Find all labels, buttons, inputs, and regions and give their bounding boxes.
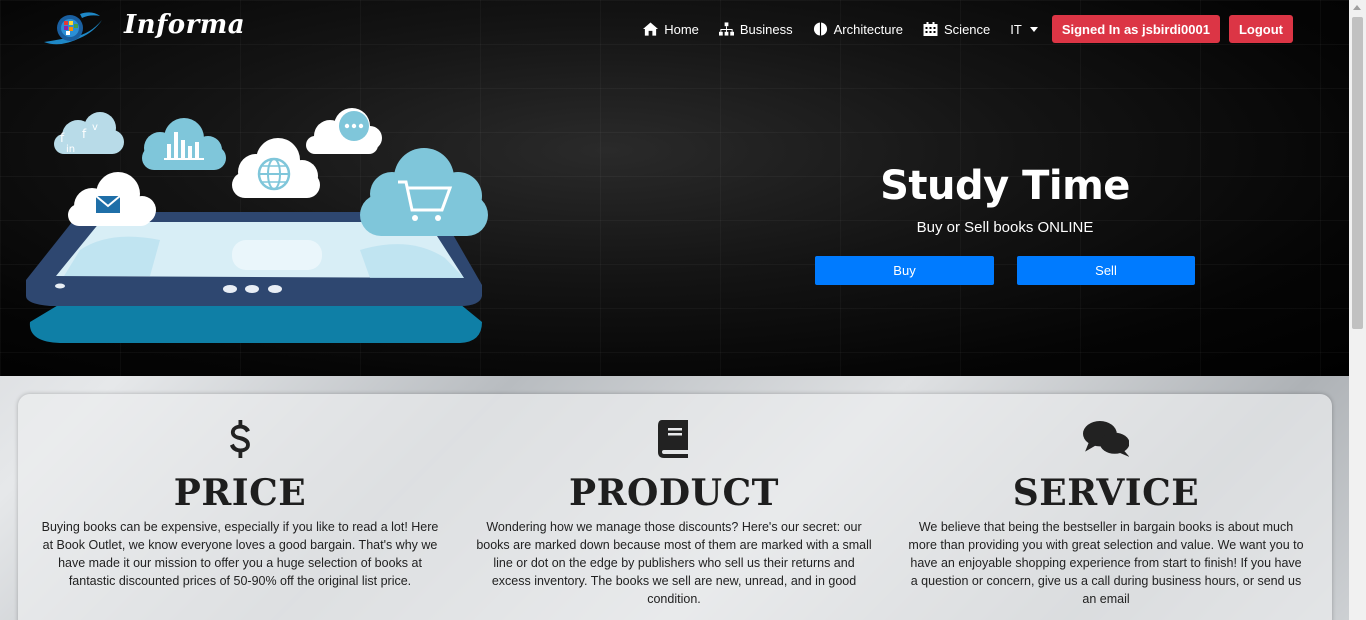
feature-service: SERVICE We believe that being the bestse… [906,394,1306,608]
buy-button[interactable]: Buy [815,256,994,285]
sell-button[interactable]: Sell [1017,256,1195,285]
svg-text:in: in [66,144,75,155]
nav-architecture-label: Architecture [833,21,904,37]
home-icon [643,22,659,36]
feature-service-title: SERVICE [1012,472,1200,514]
brain-icon [813,22,827,36]
feature-product: PRODUCT Wondering how we manage those di… [474,394,874,608]
feature-price: PRICE Buying books can be expensive, esp… [40,394,440,590]
feature-price-text: Buying books can be expensive, especiall… [41,520,439,588]
nav-home-label: Home [664,21,699,37]
top-nav: Home Business Architecture Science IT Si… [623,15,1293,43]
hero-subtitle: Buy or Sell books ONLINE [916,219,1094,236]
brand-name[interactable]: Informa [124,10,245,40]
nav-home[interactable]: Home [643,22,699,37]
features-card: PRICE Buying books can be expensive, esp… [18,394,1332,620]
dollar-icon [40,420,440,464]
nav-business-label: Business [739,21,793,37]
caret-down-icon [1029,26,1038,32]
logout-button[interactable]: Logout [1228,15,1293,43]
nav-it-dropdown[interactable]: IT [1010,22,1038,37]
nav-it-label: IT [1010,21,1022,37]
feature-service-text: We believe that being the bestseller in … [908,520,1304,606]
nav-business[interactable]: Business [718,21,793,37]
logo-icon [44,12,102,45]
scroll-up-arrow-icon[interactable] [1353,5,1361,10]
feature-product-title: PRODUCT [569,472,779,514]
svg-text:v: v [92,122,98,133]
sitemap-icon [718,22,734,36]
calendar-icon [923,22,938,36]
nav-science-label: Science [944,21,991,37]
hero-title: Study Time [880,163,1130,209]
nav-architecture[interactable]: Architecture [813,22,903,37]
brand[interactable] [40,8,104,50]
feature-product-text: Wondering how we manage those discounts?… [476,520,872,606]
feature-price-title: PRICE [173,472,307,514]
nav-science[interactable]: Science [923,22,990,37]
signed-in-button[interactable]: Signed In as jsbirdi0001 [1051,15,1220,43]
hero-banner: Informa Home Business Architecture Scien… [0,0,1349,376]
cloud-tablet-illustration: f f in v [26,108,488,343]
comments-icon [906,420,1306,464]
scrollbar-thumb[interactable] [1352,17,1363,329]
book-icon [474,420,874,464]
scrollbar[interactable] [1349,0,1366,620]
